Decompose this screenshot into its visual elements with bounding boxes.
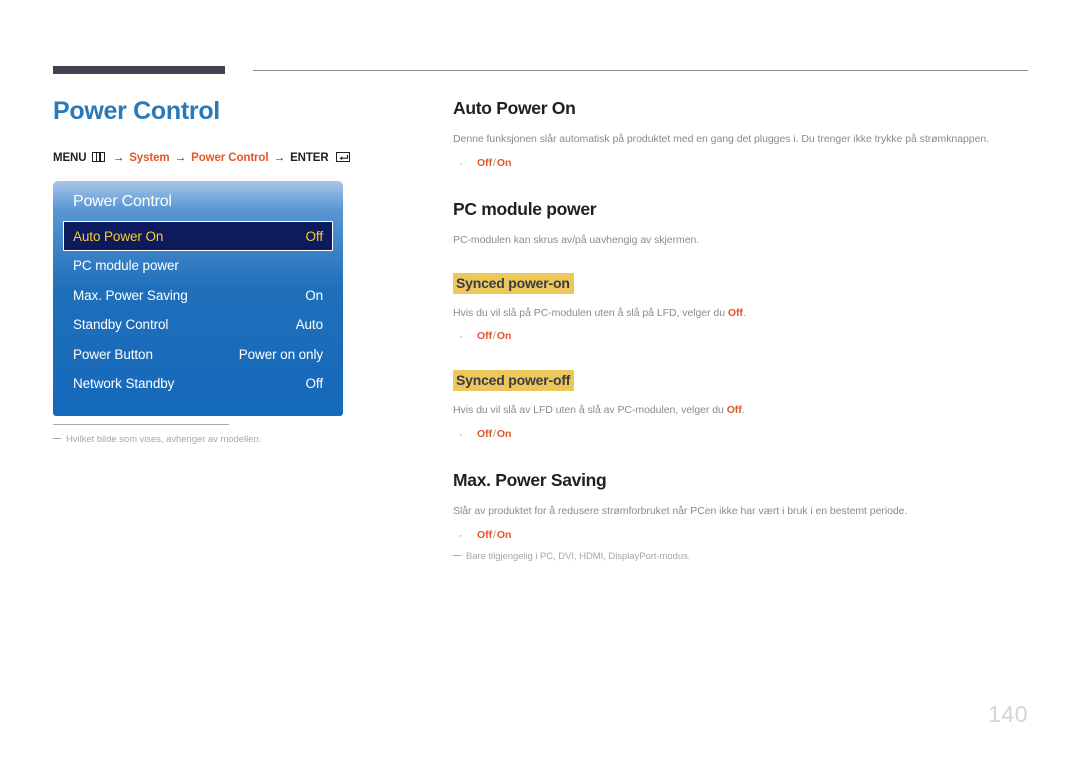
page-number: 140 (988, 701, 1028, 727)
page-title: Power Control (53, 97, 220, 125)
bullet-dot-icon: · (459, 157, 463, 170)
right-column: Auto Power On Denne funksjonen slår auto… (453, 98, 1028, 564)
breadcrumb-item-power-control[interactable]: Power Control (191, 152, 268, 164)
bullet-option-on[interactable]: On (497, 529, 512, 541)
left-footnote: Hvilket bilde som vises, avhenger av mod… (53, 433, 353, 447)
subsection-heading-synced-power-off: Synced power-off (453, 369, 575, 391)
bullet-max-power-saving: · Off/On (453, 529, 1028, 544)
section-paragraph-max-power-saving: Slår av produktet for å redusere strømfo… (453, 504, 908, 517)
menu-grid-icon (91, 152, 105, 162)
osd-row-label: Power Button (73, 346, 153, 362)
osd-panel-title: Power Control (73, 193, 172, 210)
footnote-dash-icon (53, 438, 61, 439)
osd-row-auto-power-on[interactable]: Auto Power On Off (63, 221, 333, 251)
osd-row-max-power-saving[interactable]: Max. Power Saving On (53, 281, 343, 311)
osd-row-label: Max. Power Saving (73, 287, 188, 303)
breadcrumb-menu-label: MENU (53, 152, 87, 164)
bullet-option-off[interactable]: Off (477, 330, 492, 342)
bullet-option-off[interactable]: Off (477, 428, 492, 440)
osd-row-value: Auto (295, 317, 323, 333)
section-paragraph-synced-power-off: Hvis du vil slå av LFD uten å slå av PC-… (453, 403, 1028, 419)
breadcrumb-enter-label: ENTER (290, 152, 329, 164)
right-footnote-post: -modus. (656, 550, 691, 562)
bullet-option-off[interactable]: Off (477, 157, 492, 169)
enter-return-icon (335, 152, 350, 162)
paragraph-pre: Hvis du vil slå av LFD uten å slå av PC-… (453, 403, 727, 416)
bullet-dot-icon: · (459, 428, 463, 441)
bullet-option-off[interactable]: Off (477, 529, 492, 541)
bullet-auto-power-on: · Off/On (453, 157, 1028, 172)
osd-row-standby-control[interactable]: Standby Control Auto (53, 310, 343, 340)
footnote-divider (53, 424, 229, 425)
section-paragraph-auto-power-on: Denne funksjonen slår automatisk på prod… (453, 132, 990, 145)
bullet-option-on[interactable]: On (497, 428, 512, 440)
osd-row-label: Network Standby (73, 376, 175, 392)
right-footnote: Bare tilgjengelig i PC, DVI, HDMI, Displ… (453, 550, 1028, 564)
breadcrumb: MENU → System → Power Control → ENTER (53, 152, 413, 164)
paragraph-accent-off: Off (727, 306, 743, 319)
osd-row-label: Auto Power On (73, 228, 164, 244)
section-paragraph-pc-module-power: PC-modulen kan skrus av/på uavhengig av … (453, 233, 700, 246)
osd-panel: Power Control Auto Power On Off PC modul… (53, 181, 343, 416)
footnote-dash-icon (453, 554, 461, 556)
breadcrumb-arrow-1: → (112, 152, 125, 164)
paragraph-pre: Hvis du vil slå på PC-modulen uten å slå… (453, 306, 728, 319)
osd-row-value: Off (305, 228, 324, 244)
left-footnote-text: Hvilket bilde som vises, avhenger av mod… (66, 434, 262, 445)
breadcrumb-arrow-3: → (273, 152, 286, 164)
osd-menu-list: Auto Power On Off PC module power Max. P… (53, 221, 343, 399)
breadcrumb-arrow-2: → (174, 152, 187, 164)
left-column: Power Control MENU → System → Power Cont… (53, 96, 413, 164)
osd-row-network-standby[interactable]: Network Standby Off (53, 369, 343, 399)
header-rule (53, 66, 1028, 75)
breadcrumb-item-system[interactable]: System (129, 152, 169, 164)
section-heading-pc-module-power: PC module power (453, 199, 597, 220)
left-footnote-block: Hvilket bilde som vises, avhenger av mod… (53, 424, 353, 447)
paragraph-post: . (742, 306, 746, 319)
right-footnote-pre: Bare tilgjengelig i (466, 550, 540, 562)
osd-row-value: Power on only (238, 346, 323, 362)
bullet-option-on[interactable]: On (497, 157, 512, 169)
bullet-option-on[interactable]: On (497, 330, 512, 342)
osd-row-value: On (305, 287, 323, 303)
bullet-synced-power-off: · Off/On (453, 428, 1028, 443)
osd-row-power-button[interactable]: Power Button Power on only (53, 340, 343, 370)
header-rule-thick (53, 66, 225, 74)
header-rule-thin (253, 70, 1028, 71)
bullet-dot-icon: · (459, 529, 463, 542)
osd-row-value: Off (305, 376, 324, 392)
osd-row-label: PC module power (73, 258, 179, 274)
osd-row-label: Standby Control (73, 317, 169, 333)
paragraph-post: . (741, 403, 745, 416)
bullet-dot-icon: · (459, 331, 463, 344)
bullet-synced-power-on: · Off/On (453, 330, 1028, 345)
section-paragraph-synced-power-on: Hvis du vil slå på PC-modulen uten å slå… (453, 306, 1028, 322)
right-footnote-modes: PC, DVI, HDMI, DisplayPort (540, 550, 657, 562)
osd-row-pc-module-power[interactable]: PC module power (53, 251, 343, 281)
section-heading-max-power-saving: Max. Power Saving (453, 469, 607, 490)
section-heading-auto-power-on: Auto Power On (453, 98, 576, 118)
paragraph-accent-off: Off (726, 403, 742, 416)
subsection-heading-synced-power-on: Synced power-on (453, 272, 574, 294)
